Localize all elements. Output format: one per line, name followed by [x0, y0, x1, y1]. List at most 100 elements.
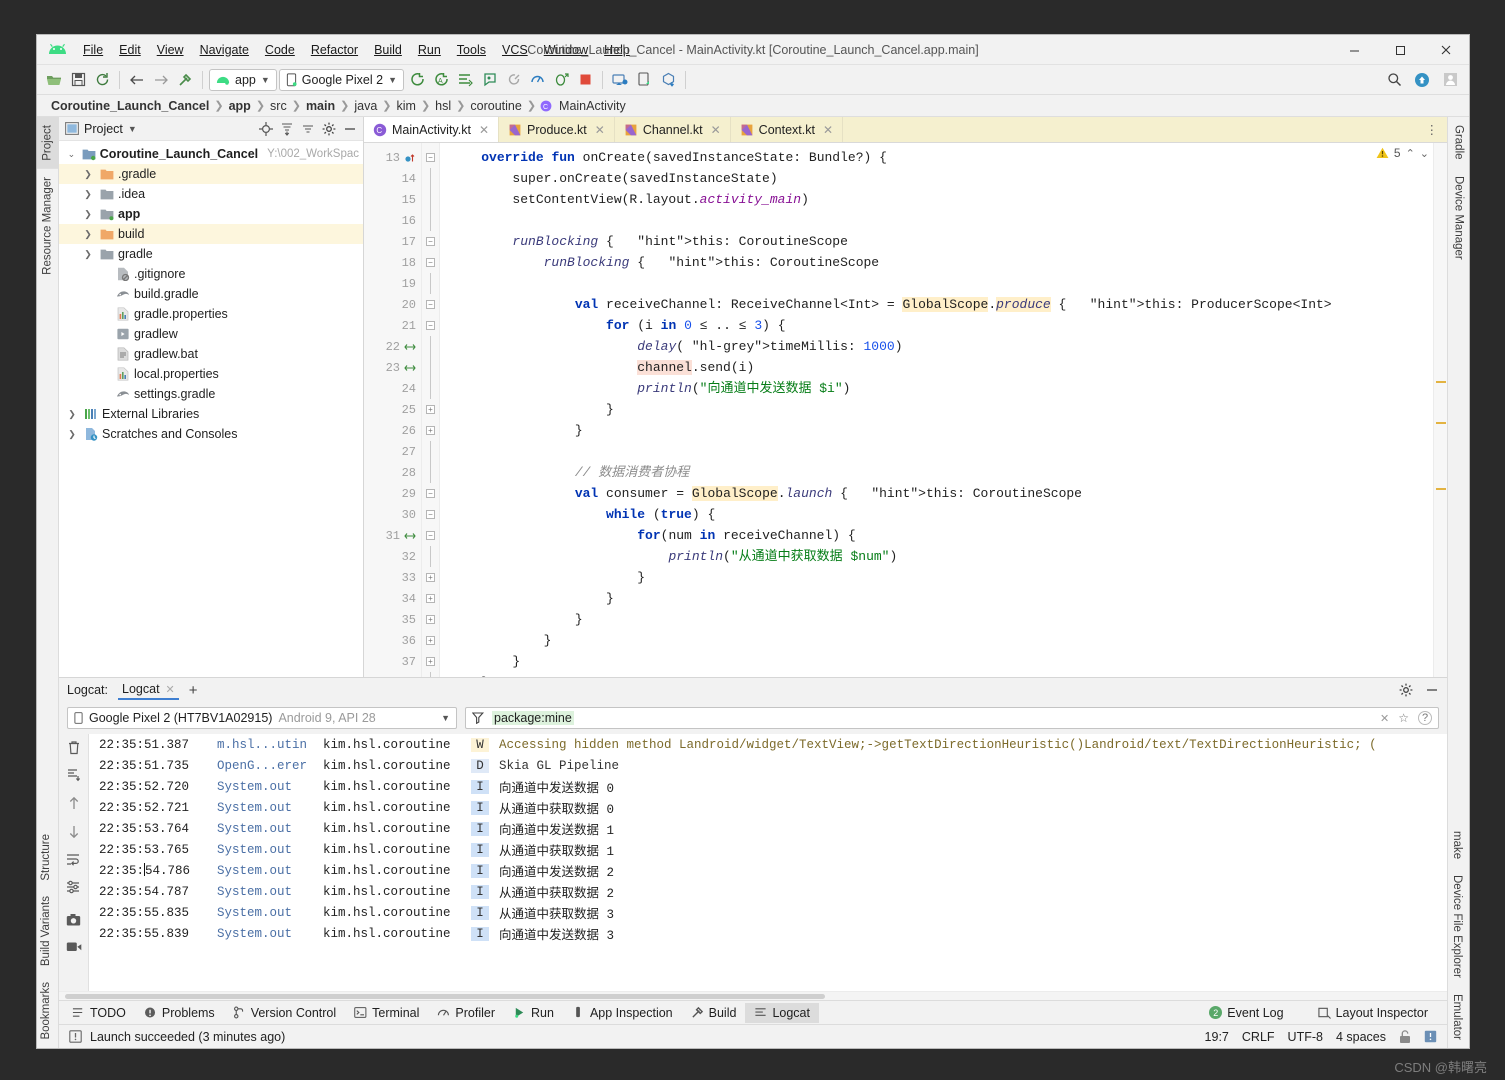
suspend-call-icon[interactable]: [404, 530, 416, 542]
line-number[interactable]: 33: [364, 567, 421, 588]
tree-node-coroutine-launch-cancel[interactable]: ⌄ Coroutine_Launch_Cancel Y:\002_WorkSpac: [59, 144, 363, 164]
line-number[interactable]: 30: [364, 504, 421, 525]
logcat-row[interactable]: 22:35:55.839 System.out kim.hsl.coroutine I…: [89, 923, 1447, 944]
fold-marker[interactable]: +: [422, 630, 439, 651]
close-icon[interactable]: ✕: [479, 123, 489, 137]
line-number[interactable]: 25: [364, 399, 421, 420]
scroll-to-end-icon[interactable]: [67, 768, 81, 783]
attach-debugger-icon[interactable]: [550, 69, 572, 91]
chevron-right-icon[interactable]: ❯: [81, 209, 95, 220]
breadcrumb-item-project[interactable]: Coroutine_Launch_Cancel: [47, 99, 213, 113]
breadcrumb-item-kim[interactable]: kim: [393, 99, 420, 113]
avd-manager-icon[interactable]: [609, 69, 631, 91]
tree-node-gradle[interactable]: ❯ gradle: [59, 244, 363, 264]
file-encoding[interactable]: UTF-8: [1288, 1030, 1323, 1044]
bottom-tab-run[interactable]: Run: [504, 1003, 563, 1023]
breadcrumb-item-src[interactable]: src: [266, 99, 291, 113]
stop-icon[interactable]: [574, 69, 596, 91]
inspection-prev-icon[interactable]: ⌃: [1406, 147, 1415, 160]
line-number[interactable]: 29: [364, 483, 421, 504]
fold-marker[interactable]: −: [422, 504, 439, 525]
line-number[interactable]: 36: [364, 630, 421, 651]
apply-code-changes-icon[interactable]: [478, 69, 500, 91]
up-arrow-icon[interactable]: [67, 796, 81, 811]
tree-node-gitignore[interactable]: .gitignore: [59, 264, 363, 284]
close-icon[interactable]: ✕: [595, 123, 605, 137]
editor-tab-channel-kt[interactable]: Channel.kt ✕: [615, 117, 731, 142]
maximize-button[interactable]: [1377, 35, 1423, 65]
chevron-down-icon[interactable]: ⌄: [65, 149, 78, 160]
hide-panel-icon[interactable]: [343, 122, 357, 136]
bottom-tab-problems[interactable]: Problems: [135, 1003, 224, 1023]
help-icon[interactable]: ?: [1418, 711, 1432, 725]
expand-all-icon[interactable]: [280, 122, 294, 136]
line-number[interactable]: 37: [364, 651, 421, 672]
line-number[interactable]: 32: [364, 546, 421, 567]
menu-view[interactable]: View: [149, 40, 192, 60]
logcat-row[interactable]: 22:35:55.835 System.out kim.hsl.coroutine I…: [89, 902, 1447, 923]
debug-icon[interactable]: A: [430, 69, 452, 91]
save-icon[interactable]: [67, 69, 89, 91]
search-icon[interactable]: [1383, 69, 1405, 91]
breadcrumb-item-mainactivity[interactable]: MainActivity: [555, 99, 630, 113]
tree-node-gradlew[interactable]: gradlew: [59, 324, 363, 344]
back-arrow-icon[interactable]: [126, 69, 148, 91]
tree-node-app[interactable]: ❯ app: [59, 204, 363, 224]
line-number[interactable]: 15: [364, 189, 421, 210]
collapse-all-icon[interactable]: [301, 122, 315, 136]
line-number[interactable]: 13: [364, 147, 421, 168]
tree-node-build[interactable]: ❯ build: [59, 224, 363, 244]
bottom-tab-terminal[interactable]: Terminal: [345, 1003, 428, 1023]
suspend-call-icon[interactable]: [404, 341, 416, 353]
unlock-icon[interactable]: [1399, 1029, 1411, 1044]
chevron-right-icon[interactable]: ❯: [65, 409, 79, 420]
tree-node-idea[interactable]: ❯ .idea: [59, 184, 363, 204]
line-number[interactable]: 19: [364, 273, 421, 294]
menu-tools[interactable]: Tools: [449, 40, 494, 60]
settings-gear-icon[interactable]: [322, 122, 336, 136]
module-selector[interactable]: app ▼: [209, 68, 277, 91]
scrollbar-thumb[interactable]: [65, 994, 825, 999]
minimize-button[interactable]: [1331, 35, 1377, 65]
line-number[interactable]: 14: [364, 168, 421, 189]
logcat-horizontal-scrollbar[interactable]: [59, 991, 1447, 1000]
close-icon[interactable]: ✕: [823, 123, 833, 137]
fold-marker[interactable]: −: [422, 315, 439, 336]
run-icon[interactable]: [406, 69, 428, 91]
line-number[interactable]: 31: [364, 525, 421, 546]
chevron-right-icon[interactable]: ❯: [81, 229, 95, 240]
strip-tab-build-variants[interactable]: Build Variants: [37, 888, 55, 974]
logcat-row[interactable]: 22:35:54.787 System.out kim.hsl.coroutine I…: [89, 881, 1447, 902]
line-number[interactable]: 17: [364, 231, 421, 252]
open-folder-icon[interactable]: [43, 69, 65, 91]
tree-node-gradlew-bat[interactable]: gradlew.bat: [59, 344, 363, 364]
breadcrumb-item-hsl[interactable]: hsl: [431, 99, 455, 113]
apply-changes-icon[interactable]: [454, 69, 476, 91]
breadcrumb-item-main[interactable]: main: [302, 99, 339, 113]
bottom-tab-build[interactable]: Build: [682, 1003, 746, 1023]
down-arrow-icon[interactable]: [67, 824, 81, 839]
device-selector[interactable]: Google Pixel 2 ▼: [278, 68, 405, 91]
editor-tab-overflow-icon[interactable]: ⋮: [1418, 117, 1448, 142]
close-icon[interactable]: ✕: [711, 123, 721, 137]
chevron-right-icon[interactable]: ❯: [81, 189, 95, 200]
logcat-row[interactable]: 22:35:51.735 OpenG...erer kim.hsl.coroutin…: [89, 755, 1447, 776]
breadcrumb-item-java[interactable]: java: [350, 99, 381, 113]
bottom-tab-app-inspection[interactable]: App Inspection: [563, 1003, 682, 1023]
fold-marker[interactable]: −: [422, 147, 439, 168]
notification-icon[interactable]: [1424, 1030, 1437, 1043]
fold-marker[interactable]: +: [422, 651, 439, 672]
bottom-tab-event-log[interactable]: 2 Event Log: [1200, 1003, 1292, 1023]
trash-icon[interactable]: [67, 740, 81, 755]
screen-record-icon[interactable]: [66, 940, 82, 953]
gradle-sync-icon[interactable]: [657, 69, 679, 91]
strip-tab-emulator[interactable]: Emulator: [1448, 986, 1466, 1048]
fold-marker[interactable]: +: [422, 399, 439, 420]
strip-tab-resource-manager[interactable]: Resource Manager: [37, 169, 58, 283]
logcat-row[interactable]: 22:35:52.721 System.out kim.hsl.coroutine I…: [89, 797, 1447, 818]
menu-build[interactable]: Build: [366, 40, 410, 60]
bottom-tab-profiler[interactable]: Profiler: [428, 1003, 504, 1023]
chevron-down-icon-project[interactable]: ▼: [128, 124, 137, 134]
chevron-right-icon[interactable]: ❯: [81, 169, 95, 180]
editor-tab-mainactivity-kt[interactable]: C MainActivity.kt ✕: [364, 117, 500, 142]
